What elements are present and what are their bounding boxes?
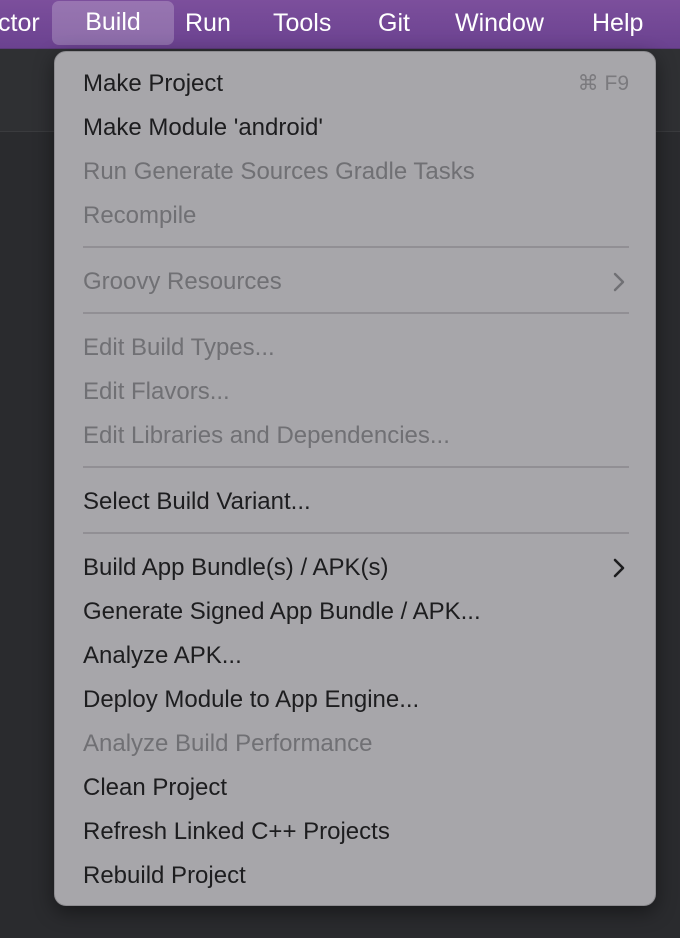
menu-item-make-project[interactable]: Make Project ⌘ F9	[83, 64, 629, 104]
menu-item-label: Build App Bundle(s) / APK(s)	[83, 554, 389, 581]
make-project-shortcut: ⌘ F9	[577, 72, 629, 95]
menu-separator	[83, 246, 629, 248]
menubar-item-ctor[interactable]: ctor	[0, 0, 40, 48]
menu-item-build-app-bundles[interactable]: Build App Bundle(s) / APK(s)	[83, 548, 629, 588]
menu-item-edit-libraries: Edit Libraries and Dependencies...	[83, 422, 450, 449]
menubar-item-run[interactable]: Run	[185, 0, 231, 48]
menu-separator	[83, 466, 629, 468]
chevron-right-icon	[613, 558, 625, 578]
menu-item-label: Groovy Resources	[83, 268, 282, 295]
menu-item-refresh-linked-cpp[interactable]: Refresh Linked C++ Projects	[83, 812, 390, 852]
menubar-item-help[interactable]: Help	[592, 0, 643, 48]
menu-item-make-module[interactable]: Make Module 'android'	[83, 108, 323, 148]
build-menu-dropdown: Make Project ⌘ F9 Make Module 'android' …	[54, 51, 656, 906]
menu-item-run-generate-sources: Run Generate Sources Gradle Tasks	[83, 158, 475, 185]
chevron-right-icon	[613, 272, 625, 292]
menu-item-clean-project[interactable]: Clean Project	[83, 768, 227, 808]
menu-item-rebuild-project[interactable]: Rebuild Project	[83, 856, 246, 896]
menubar-item-tools[interactable]: Tools	[273, 0, 331, 48]
menu-item-analyze-build-performance: Analyze Build Performance	[83, 730, 373, 757]
menu-item-label: Make Project	[83, 70, 224, 97]
menu-item-edit-build-types: Edit Build Types...	[83, 334, 275, 361]
menu-item-edit-flavors: Edit Flavors...	[83, 378, 230, 405]
menu-item-deploy-module[interactable]: Deploy Module to App Engine...	[83, 680, 419, 720]
menu-bar: ctor Build Run Tools Git Window Help	[0, 0, 680, 49]
menubar-item-window[interactable]: Window	[455, 0, 544, 48]
menu-item-select-build-variant[interactable]: Select Build Variant...	[83, 482, 311, 522]
menu-separator	[83, 312, 629, 314]
menu-item-generate-signed-bundle[interactable]: Generate Signed App Bundle / APK...	[83, 592, 481, 632]
menu-item-analyze-apk[interactable]: Analyze APK...	[83, 636, 242, 676]
menu-item-groovy-resources: Groovy Resources	[83, 262, 629, 302]
menu-separator	[83, 532, 629, 534]
menu-item-recompile: Recompile	[83, 202, 197, 229]
menubar-item-build[interactable]: Build	[52, 1, 174, 45]
menubar-item-git[interactable]: Git	[378, 0, 410, 48]
